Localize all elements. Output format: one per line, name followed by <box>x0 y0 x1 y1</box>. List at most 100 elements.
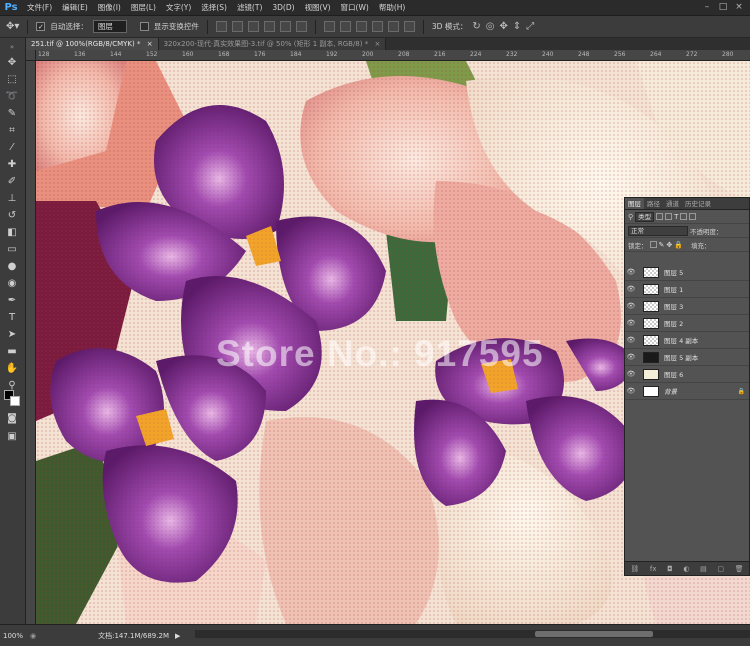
layer-style-icon[interactable]: fx <box>650 565 657 573</box>
maximize-button[interactable]: □ <box>716 2 730 13</box>
quick-mask-icon[interactable]: ◙ <box>5 412 19 426</box>
move-tool-preset-icon[interactable]: ✥▾ <box>6 21 19 32</box>
menu-3d[interactable]: 3D(D) <box>267 0 299 16</box>
type-tool-icon[interactable]: T <box>5 311 19 325</box>
align-bottom-icon[interactable] <box>247 21 259 32</box>
background-color-swatch[interactable] <box>10 396 20 406</box>
crop-tool-icon[interactable]: ⌗ <box>5 124 19 138</box>
visibility-eye-icon[interactable]: 👁 <box>625 302 637 310</box>
3d-slide-icon[interactable]: ⇕ <box>513 21 521 32</box>
document-tab[interactable]: 320x200-现代·真实效果图-3.tif @ 50% (矩形 1 副本, R… <box>158 38 387 50</box>
align-middle-icon[interactable] <box>231 21 243 32</box>
move-tool-icon[interactable]: ✥ <box>5 56 19 70</box>
new-group-icon[interactable]: ▤ <box>700 565 707 573</box>
layer-row[interactable]: 👁 图层 4 副本 <box>625 332 749 349</box>
blend-mode-dropdown[interactable]: 正常 <box>628 225 688 236</box>
visibility-eye-icon[interactable]: 👁 <box>625 336 637 344</box>
horizontal-ruler[interactable]: 128 136 144 152 160 168 176 184 192 200 208 216 224 2… <box>36 50 750 61</box>
clone-stamp-tool-icon[interactable]: ⊥ <box>5 192 19 206</box>
menu-view[interactable]: 视图(V) <box>300 0 336 16</box>
layer-row[interactable]: 👁 图层 3 <box>625 298 749 315</box>
hand-tool-icon[interactable]: ✋ <box>5 362 19 376</box>
layer-row[interactable]: 👁 图层 6 <box>625 366 749 383</box>
lock-pixels-icon[interactable]: ✎ <box>659 241 665 249</box>
link-layers-icon[interactable]: ⛓ <box>630 565 639 573</box>
visibility-eye-icon[interactable]: 👁 <box>625 387 637 395</box>
shape-tool-icon[interactable]: ▬ <box>5 345 19 359</box>
horizontal-scrollbar[interactable] <box>195 630 750 638</box>
layer-kind-filter[interactable]: 类型 <box>635 211 655 222</box>
blur-tool-icon[interactable]: ● <box>5 260 19 274</box>
visibility-eye-icon[interactable]: 👁 <box>625 319 637 327</box>
menu-window[interactable]: 窗口(W) <box>336 0 374 16</box>
3d-roll-icon[interactable]: ◎ <box>486 21 495 32</box>
marquee-tool-icon[interactable]: ⬚ <box>5 73 19 87</box>
menu-edit[interactable]: 编辑(E) <box>57 0 93 16</box>
history-brush-tool-icon[interactable]: ↺ <box>5 209 19 223</box>
align-top-icon[interactable] <box>215 21 227 32</box>
3d-drag-icon[interactable]: ✥ <box>499 21 507 32</box>
healing-brush-tool-icon[interactable]: ✚ <box>5 158 19 172</box>
distribute-center-icon[interactable] <box>387 21 399 32</box>
tab-close-icon[interactable]: × <box>147 40 153 48</box>
tab-channels[interactable]: 通道 <box>663 198 682 209</box>
align-center-icon[interactable] <box>279 21 291 32</box>
lock-position-icon[interactable]: ✥ <box>666 241 672 249</box>
tab-paths[interactable]: 路径 <box>644 198 663 209</box>
distribute-middle-icon[interactable] <box>339 21 351 32</box>
auto-select-dropdown[interactable]: 图层 <box>92 20 127 33</box>
layer-row[interactable]: 👁 图层 2 <box>625 315 749 332</box>
zoom-level[interactable]: 100% <box>0 632 26 640</box>
gradient-tool-icon[interactable]: ▭ <box>5 243 19 257</box>
screen-mode-icon[interactable]: ▣ <box>5 430 19 444</box>
type-filter-icon[interactable]: T <box>674 213 678 221</box>
new-layer-icon[interactable]: ▢ <box>717 565 724 573</box>
add-mask-icon[interactable]: ◘ <box>667 565 673 573</box>
align-left-icon[interactable] <box>263 21 275 32</box>
lock-transparent-icon[interactable] <box>649 241 657 248</box>
align-right-icon[interactable] <box>295 21 307 32</box>
auto-select-checkbox[interactable]: ✓ <box>36 22 46 31</box>
distribute-bottom-icon[interactable] <box>355 21 367 32</box>
distribute-top-icon[interactable] <box>323 21 335 32</box>
document-tab-active[interactable]: 251.tif @ 100%(RGB/8/CMYK) * × <box>26 38 159 50</box>
menu-layer[interactable]: 图层(L) <box>126 0 161 16</box>
layer-row[interactable]: 👁 图层 5 <box>625 264 749 281</box>
adjustment-layer-icon[interactable]: ◐ <box>683 565 689 573</box>
menu-select[interactable]: 选择(S) <box>196 0 232 16</box>
tab-layers[interactable]: 图层 <box>625 198 644 209</box>
distribute-right-icon[interactable] <box>403 21 415 32</box>
close-window-button[interactable]: × <box>732 2 746 13</box>
vertical-ruler[interactable] <box>26 61 36 624</box>
pixel-filter-icon[interactable] <box>656 213 664 220</box>
3d-scale-icon[interactable]: ⤢ <box>526 21 534 32</box>
minimize-button[interactable]: – <box>700 2 714 13</box>
smart-object-filter-icon[interactable] <box>689 213 697 220</box>
3d-rotate-icon[interactable]: ↻ <box>472 21 480 32</box>
pen-tool-icon[interactable]: ✒ <box>5 294 19 308</box>
menu-image[interactable]: 图像(I) <box>93 0 126 16</box>
layer-row[interactable]: 👁 图层 1 <box>625 281 749 298</box>
quick-select-tool-icon[interactable]: ✎ <box>5 107 19 121</box>
tab-history[interactable]: 历史记录 <box>682 198 714 209</box>
adjustment-filter-icon[interactable] <box>665 213 673 220</box>
brush-tool-icon[interactable]: ✐ <box>5 175 19 189</box>
layer-row[interactable]: 👁 图层 5 副本 <box>625 349 749 366</box>
menu-file[interactable]: 文件(F) <box>22 0 57 16</box>
distribute-left-icon[interactable] <box>371 21 383 32</box>
menu-type[interactable]: 文字(Y) <box>161 0 196 16</box>
eraser-tool-icon[interactable]: ◧ <box>5 226 19 240</box>
visibility-eye-icon[interactable]: 👁 <box>625 268 637 276</box>
lock-all-icon[interactable]: 🔒 <box>674 241 683 249</box>
visibility-eye-icon[interactable]: 👁 <box>625 353 637 361</box>
dodge-tool-icon[interactable]: ◉ <box>5 277 19 291</box>
menu-help[interactable]: 帮助(H) <box>374 0 411 16</box>
tab-close-icon[interactable]: × <box>374 40 380 48</box>
eyedropper-tool-icon[interactable]: ⁄ <box>5 141 19 155</box>
layer-row[interactable]: 👁 背景 🔒 <box>625 383 749 400</box>
visibility-eye-icon[interactable]: 👁 <box>625 285 637 293</box>
visibility-eye-icon[interactable]: 👁 <box>625 370 637 378</box>
shape-filter-icon[interactable] <box>680 213 688 220</box>
delete-layer-icon[interactable]: 🗑 <box>735 565 744 573</box>
show-transform-checkbox[interactable] <box>139 22 149 31</box>
